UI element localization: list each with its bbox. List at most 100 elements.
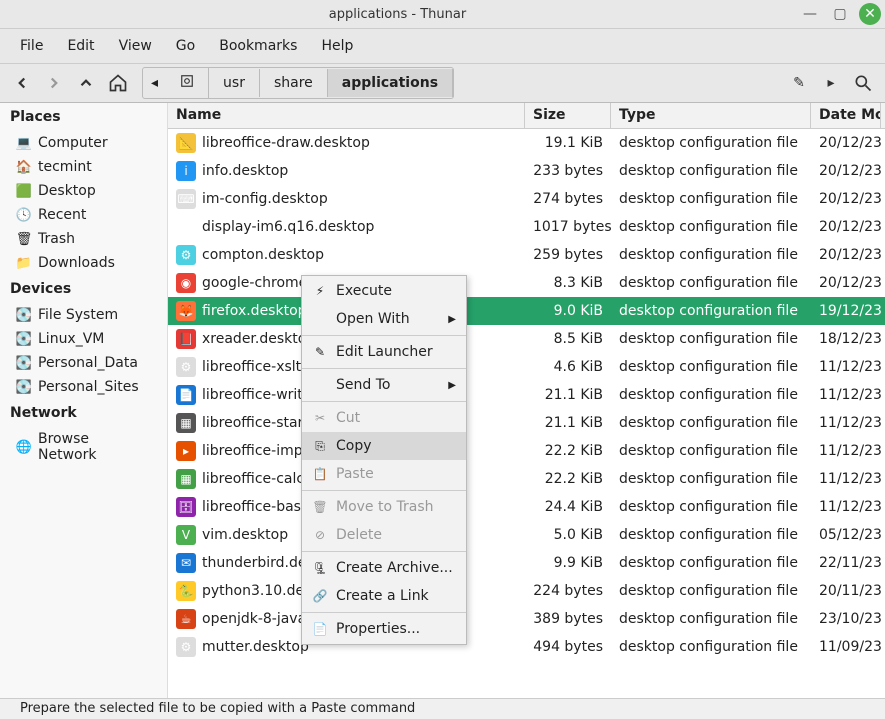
file-name: vim.desktop	[202, 527, 288, 543]
context-item[interactable]: ✎ Edit Launcher	[302, 338, 466, 366]
path-next-button[interactable]: ▸	[817, 69, 845, 97]
file-type: desktop configuration file	[611, 359, 811, 375]
table-row[interactable]: ◉google-chrome.desktop 8.3 KiB desktop c…	[168, 269, 885, 297]
file-date: 11/12/23	[811, 499, 881, 515]
sidebar-item-label: Linux_VM	[38, 331, 104, 347]
sidebar-item[interactable]: 📁Downloads	[0, 251, 167, 275]
sidebar-icon: 💽	[16, 355, 32, 371]
col-name[interactable]: Name	[168, 103, 525, 128]
context-item[interactable]: 📄Properties...	[302, 615, 466, 643]
file-icon: 🐍	[176, 581, 196, 601]
context-icon: ✎	[312, 345, 328, 359]
table-row[interactable]: 🦊firefox.desktop 9.0 KiB desktop configu…	[168, 297, 885, 325]
file-size: 9.0 KiB	[525, 303, 611, 319]
context-item: ✂Cut	[302, 404, 466, 432]
sidebar-icon: 💽	[16, 379, 32, 395]
context-item[interactable]: Send To▶	[302, 371, 466, 399]
path-root[interactable]	[166, 68, 209, 98]
sidebar-item[interactable]: 🕓Recent	[0, 203, 167, 227]
table-row[interactable]: ⌨im-config.desktop 274 bytes desktop con…	[168, 185, 885, 213]
table-row[interactable]: 🐍python3.10.desktop 224 bytes desktop co…	[168, 577, 885, 605]
file-date: 18/12/23	[811, 331, 881, 347]
sidebar-item[interactable]: 🗑Trash	[0, 227, 167, 251]
context-label: Send To	[336, 377, 390, 393]
context-separator	[302, 490, 466, 491]
sidebar-item[interactable]: 💽File System	[0, 303, 167, 327]
close-button[interactable]: ✕	[859, 3, 881, 25]
file-size: 22.2 KiB	[525, 471, 611, 487]
col-size[interactable]: Size	[525, 103, 611, 128]
menu-bookmarks[interactable]: Bookmarks	[209, 32, 307, 60]
file-type: desktop configuration file	[611, 443, 811, 459]
sidebar-item[interactable]: 💽 Linux_VM	[0, 327, 167, 351]
table-row[interactable]: ⚙compton.desktop 259 bytes desktop confi…	[168, 241, 885, 269]
sidebar-item[interactable]: 💽 Personal_Data	[0, 351, 167, 375]
context-item[interactable]: ⎘Copy	[302, 432, 466, 460]
table-row[interactable]: iinfo.desktop 233 bytes desktop configur…	[168, 157, 885, 185]
col-date[interactable]: Date Modified	[811, 103, 881, 128]
context-item[interactable]: ⚡Execute	[302, 277, 466, 305]
menu-go[interactable]: Go	[166, 32, 205, 60]
context-item[interactable]: 🗜 Create Archive...	[302, 554, 466, 582]
maximize-button[interactable]: ▢	[829, 3, 851, 25]
context-label: Move to Trash	[336, 499, 434, 515]
table-row[interactable]: 📕xreader.desktop 8.5 KiB desktop configu…	[168, 325, 885, 353]
table-row[interactable]: ✉thunderbird.desktop 9.9 KiB desktop con…	[168, 549, 885, 577]
table-row[interactable]: 🗄libreoffice-base.desktop 24.4 KiB deskt…	[168, 493, 885, 521]
menu-file[interactable]: File	[10, 32, 53, 60]
file-icon: V	[176, 525, 196, 545]
home-button[interactable]	[104, 69, 132, 97]
table-row[interactable]: ⚙mutter.desktop 494 bytes desktop config…	[168, 633, 885, 661]
table-row[interactable]: ⚙libreoffice-xslt-editor.desktop 4.6 KiB…	[168, 353, 885, 381]
file-list: Name Size Type Date Modified 📐libreoffic…	[168, 103, 885, 698]
sidebar-item[interactable]: 🏠tecmint	[0, 155, 167, 179]
sidebar-item[interactable]: 💽Personal_Sites	[0, 375, 167, 399]
context-item[interactable]: Open With▶	[302, 305, 466, 333]
table-row[interactable]: Vvim.desktop 5.0 KiB desktop configurati…	[168, 521, 885, 549]
file-name: im-config.desktop	[202, 191, 328, 207]
path-prev-button[interactable]: ◂	[143, 69, 166, 97]
sidebar-item[interactable]: 🟩Desktop	[0, 179, 167, 203]
file-date: 20/12/23	[811, 275, 881, 291]
file-name: firefox.desktop	[202, 303, 307, 319]
sidebar-item[interactable]: 🌐Browse Network	[0, 427, 167, 467]
sidebar-icon: 💽	[16, 331, 32, 347]
back-button[interactable]	[8, 69, 36, 97]
path-seg-usr[interactable]: usr	[209, 69, 260, 97]
menu-view[interactable]: View	[109, 32, 162, 60]
col-type[interactable]: Type	[611, 103, 811, 128]
menu-edit[interactable]: Edit	[57, 32, 104, 60]
context-label: Cut	[336, 410, 360, 426]
sidebar-item[interactable]: 💻Computer	[0, 131, 167, 155]
file-date: 23/10/23	[811, 611, 881, 627]
context-item[interactable]: 🔗Create a Link	[302, 582, 466, 610]
menu-help[interactable]: Help	[311, 32, 363, 60]
path-seg-applications[interactable]: applications	[328, 69, 453, 97]
up-button[interactable]	[72, 69, 100, 97]
table-row[interactable]: ▦libreoffice-startcenter.desktop 21.1 Ki…	[168, 409, 885, 437]
file-name: libreoffice-draw.desktop	[202, 135, 370, 151]
path-seg-share[interactable]: share	[260, 69, 328, 97]
table-row[interactable]: ○display-im6.q16.desktop 1017 bytes desk…	[168, 213, 885, 241]
statusbar: Prepare the selected file to be copied w…	[0, 698, 885, 719]
file-icon: ▸	[176, 441, 196, 461]
minimize-button[interactable]: —	[799, 3, 821, 25]
search-button[interactable]	[849, 69, 877, 97]
context-icon: 🗜	[312, 561, 328, 575]
file-size: 9.9 KiB	[525, 555, 611, 571]
table-row[interactable]: 📐libreoffice-draw.desktop 19.1 KiB deskt…	[168, 129, 885, 157]
context-label: Create Archive...	[336, 560, 453, 576]
file-icon: ☕	[176, 609, 196, 629]
forward-button[interactable]	[40, 69, 68, 97]
table-row[interactable]: ▸libreoffice-impress.desktop 22.2 KiB de…	[168, 437, 885, 465]
table-row[interactable]: 📄libreoffice-writer.desktop 21.1 KiB des…	[168, 381, 885, 409]
file-date: 19/12/23	[811, 303, 881, 319]
sidebar-item-label: Desktop	[38, 183, 96, 199]
table-row[interactable]: ☕openjdk-8-java.desktop 389 bytes deskto…	[168, 605, 885, 633]
sidebar-item-label: Personal_Data	[38, 355, 138, 371]
sidebar-icon: 📁	[16, 255, 32, 271]
file-type: desktop configuration file	[611, 275, 811, 291]
table-row[interactable]: ▦libreoffice-calc.desktop 22.2 KiB deskt…	[168, 465, 885, 493]
edit-path-button[interactable]: ✎	[785, 69, 813, 97]
context-label: Edit Launcher	[336, 344, 433, 360]
